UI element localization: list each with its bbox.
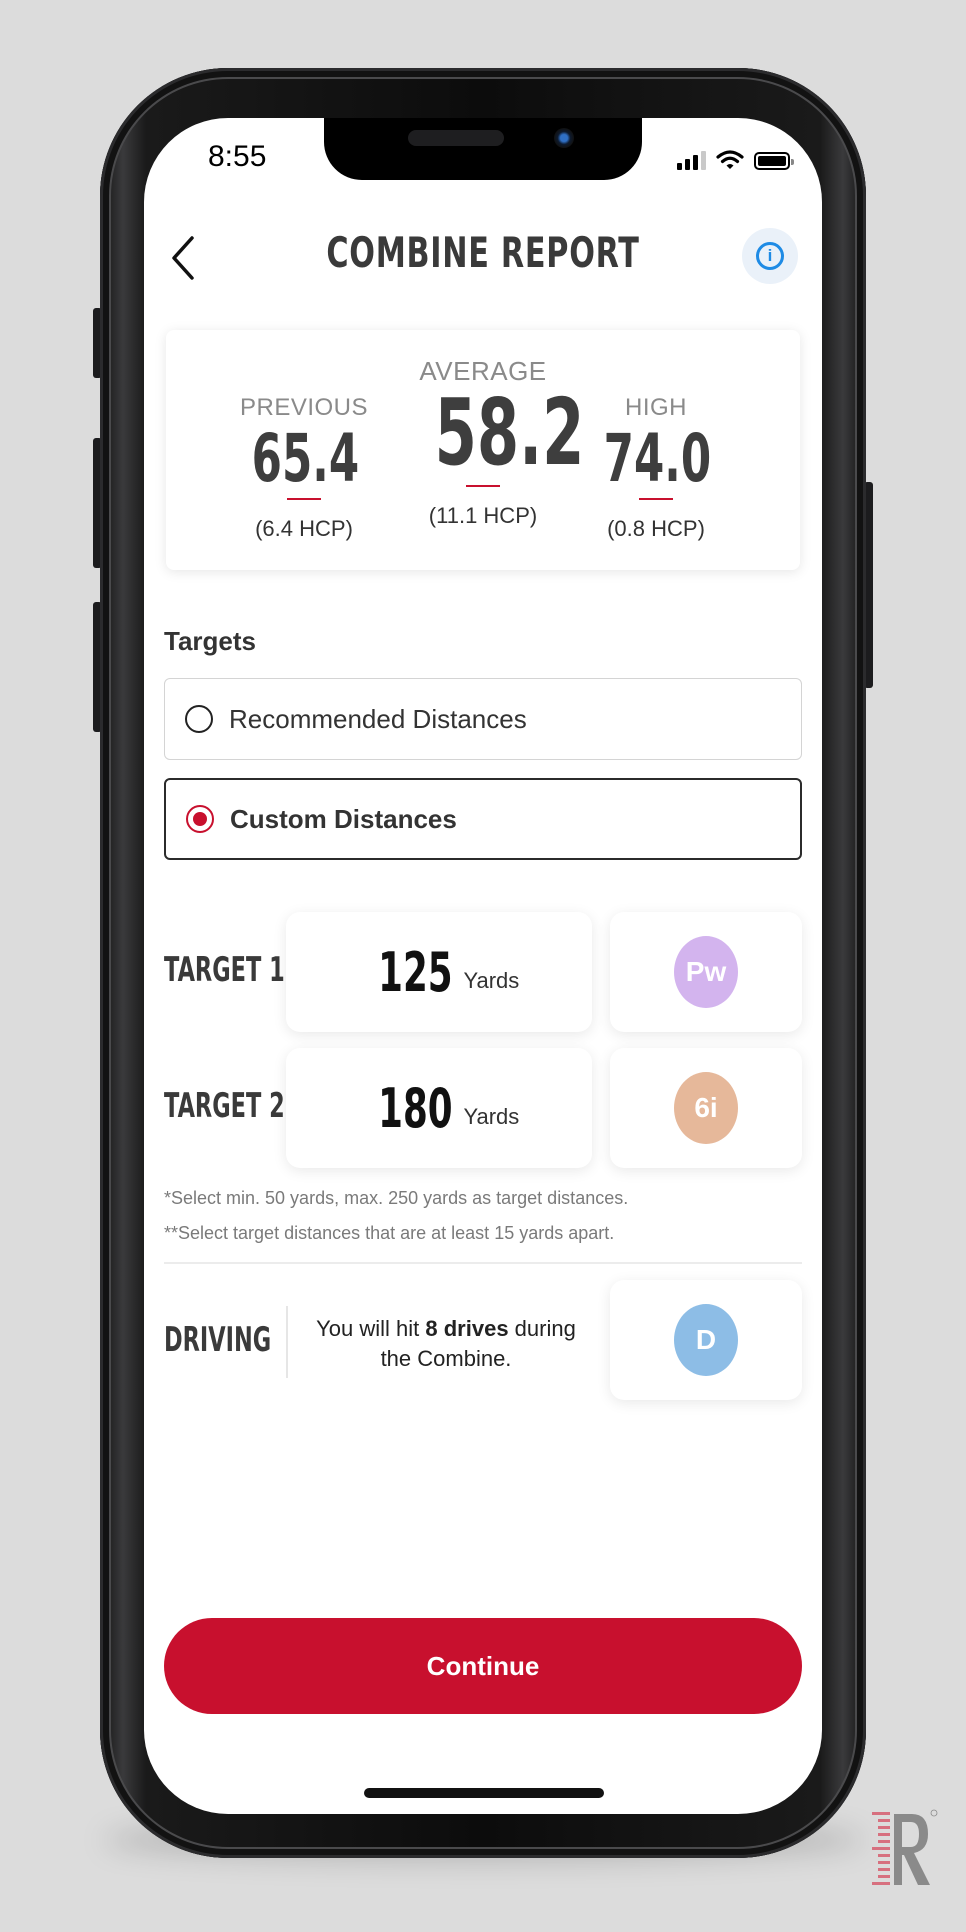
driver-club-card[interactable]: D	[610, 1280, 802, 1400]
average-hcp: (11.1 HCP)	[428, 503, 538, 528]
target-2-distance-picker[interactable]: 180 Yards	[286, 1048, 592, 1168]
speaker-grille	[408, 130, 504, 146]
target-row-1: TARGET 1 125 Yards Pw	[164, 912, 804, 1032]
driver-badge-icon: D	[674, 1304, 738, 1376]
target-2-distance: 180	[377, 1076, 453, 1140]
continue-button[interactable]: Continue	[164, 1618, 802, 1714]
high-value: 74.0	[603, 420, 712, 497]
brand-logo-icon	[872, 1809, 938, 1885]
custom-distances-label: Custom Distances	[230, 803, 457, 834]
info-button[interactable]: i	[742, 228, 798, 284]
chevron-left-icon	[172, 236, 194, 280]
notch	[324, 118, 642, 180]
target-1-label: TARGET 1	[164, 950, 285, 990]
average-value: 58.2	[434, 379, 585, 486]
target-1-distance: 125	[377, 940, 453, 1004]
high-hcp: (0.8 HCP)	[607, 516, 705, 541]
target-notes: *Select min. 50 yards, max. 250 yards as…	[164, 1188, 804, 1258]
previous-hcp: (6.4 HCP)	[255, 516, 353, 541]
previous-label: PREVIOUS	[239, 394, 369, 421]
front-camera	[554, 128, 574, 148]
home-indicator[interactable]	[364, 1788, 604, 1798]
note-min-max: *Select min. 50 yards, max. 250 yards as…	[164, 1188, 629, 1208]
driving-count: 8 drives	[425, 1316, 509, 1341]
custom-distances-option[interactable]: Custom Distances	[164, 778, 802, 860]
high-label: HIGH	[625, 394, 687, 421]
high-underline	[639, 498, 673, 500]
wifi-icon	[716, 150, 744, 169]
target-1-club-picker[interactable]: Pw	[610, 912, 802, 1032]
nav-bar: COMBINE REPORT i	[144, 218, 822, 298]
info-icon: i	[756, 242, 784, 270]
driving-row: DRIVING You will hit 8 drives during the…	[164, 1280, 804, 1400]
target-1-distance-picker[interactable]: 125 Yards	[286, 912, 592, 1032]
driving-description: You will hit 8 drives during the Combine…	[298, 1314, 594, 1374]
previous-underline	[287, 498, 321, 500]
target-2-unit: Yards	[463, 1104, 520, 1129]
targets-heading: Targets	[164, 626, 256, 656]
pitching-wedge-badge-icon: Pw	[674, 936, 738, 1008]
radio-selected-icon	[186, 805, 214, 833]
target-2-label: TARGET 2	[164, 1086, 285, 1126]
phone-screen: 8:55 COMBINE REPORT i PREVIOUS 65.4 (6.4…	[144, 118, 822, 1814]
driving-separator	[286, 1306, 288, 1378]
recommended-distances-option[interactable]: Recommended Distances	[164, 678, 802, 760]
recommended-distances-label: Recommended Distances	[229, 703, 527, 734]
driving-label: DRIVING	[164, 1320, 272, 1360]
target-2-club-picker[interactable]: 6i	[610, 1048, 802, 1168]
page-title: COMBINE REPORT	[326, 228, 640, 277]
back-button[interactable]	[164, 232, 204, 284]
status-time: 8:55	[208, 140, 267, 173]
section-divider	[164, 1262, 802, 1264]
average-score: AVERAGE 58.2 (11.1 HCP)	[396, 356, 584, 529]
status-icons	[677, 150, 794, 170]
battery-icon	[754, 152, 794, 170]
signal-icon	[677, 150, 706, 170]
target-row-2: TARGET 2 180 Yards 6i	[164, 1048, 804, 1168]
radio-unselected-icon	[185, 705, 213, 733]
driving-text-start: You will hit	[316, 1316, 426, 1341]
target-1-unit: Yards	[463, 968, 520, 993]
high-score: HIGH 74.0 (0.8 HCP)	[576, 394, 736, 542]
six-iron-badge-icon: 6i	[674, 1072, 738, 1144]
score-summary-card: PREVIOUS 65.4 (6.4 HCP) AVERAGE 58.2 (11…	[166, 330, 800, 570]
note-spacing: **Select target distances that are at le…	[164, 1223, 615, 1243]
previous-score: PREVIOUS 65.4 (6.4 HCP)	[224, 394, 384, 542]
previous-value: 65.4	[251, 420, 360, 497]
